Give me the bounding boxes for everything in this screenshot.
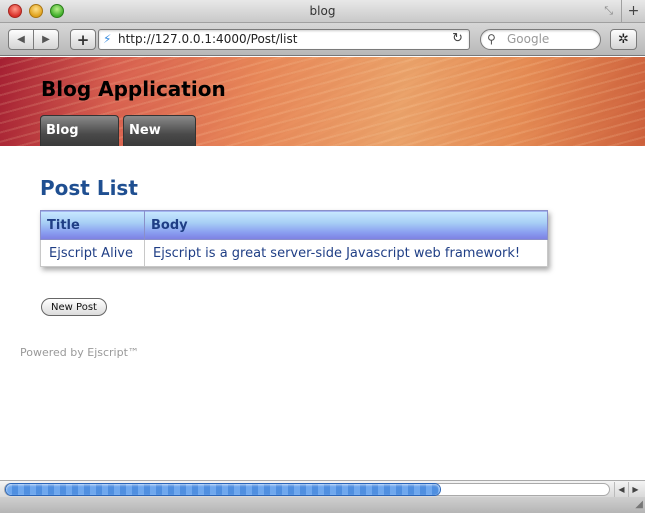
nav-tab-blog-posts[interactable]: Blog Posts: [40, 115, 119, 146]
address-bar[interactable]: ⚡ http://127.0.0.1:4000/Post/list ↻: [98, 29, 470, 50]
search-icon: ⚲: [487, 32, 496, 46]
table-header-row: Title Body: [40, 210, 548, 240]
window-titlebar: blog ⤡ +: [0, 0, 645, 23]
site-banner: Blog Application Blog Posts New Post: [0, 57, 645, 146]
web-inspector-button[interactable]: ✲: [610, 29, 637, 50]
forward-button[interactable]: ▶: [33, 29, 59, 50]
horizontal-scrollbar[interactable]: ◀ ▶: [0, 480, 645, 497]
nav-tab-new-post[interactable]: New Post: [123, 115, 196, 146]
page-title: Post List: [40, 176, 138, 200]
add-bookmark-button[interactable]: +: [70, 29, 96, 50]
scroll-right-arrow-icon[interactable]: ▶: [628, 482, 642, 497]
search-input[interactable]: [507, 32, 597, 46]
resize-icon: ⤡: [604, 4, 613, 17]
browser-toolbar: ◀ ▶ + ⚡ http://127.0.0.1:4000/Post/list …: [0, 23, 645, 56]
post-title-cell[interactable]: Ejscript Alive: [40, 239, 145, 267]
resize-grip-icon[interactable]: ◢: [635, 499, 643, 510]
search-field[interactable]: ⚲: [480, 29, 601, 50]
new-tab-plus-button[interactable]: +: [621, 0, 645, 22]
table-row[interactable]: Ejscript Alive Ejscript is a great serve…: [40, 239, 548, 267]
column-header-body[interactable]: Body: [144, 210, 548, 240]
column-header-title[interactable]: Title: [40, 210, 145, 240]
powered-by-footer: Powered by Ejscript™: [20, 346, 139, 359]
post-body-cell[interactable]: Ejscript is a great server-side Javascri…: [144, 239, 548, 267]
new-post-button[interactable]: New Post: [41, 298, 107, 316]
favicon-icon: ⚡: [103, 32, 112, 46]
url-text[interactable]: http://127.0.0.1:4000/Post/list: [118, 32, 297, 46]
back-button[interactable]: ◀: [8, 29, 34, 50]
app-title: Blog Application: [41, 77, 226, 101]
window-title: blog: [309, 4, 336, 18]
reload-icon[interactable]: ↻: [452, 31, 463, 46]
status-bar: ◢: [0, 497, 645, 513]
post-list-table: Title Body Ejscript Alive Ejscript is a …: [40, 210, 548, 267]
scrollbar-thumb[interactable]: [6, 484, 440, 495]
scroll-left-arrow-icon[interactable]: ◀: [614, 482, 628, 497]
